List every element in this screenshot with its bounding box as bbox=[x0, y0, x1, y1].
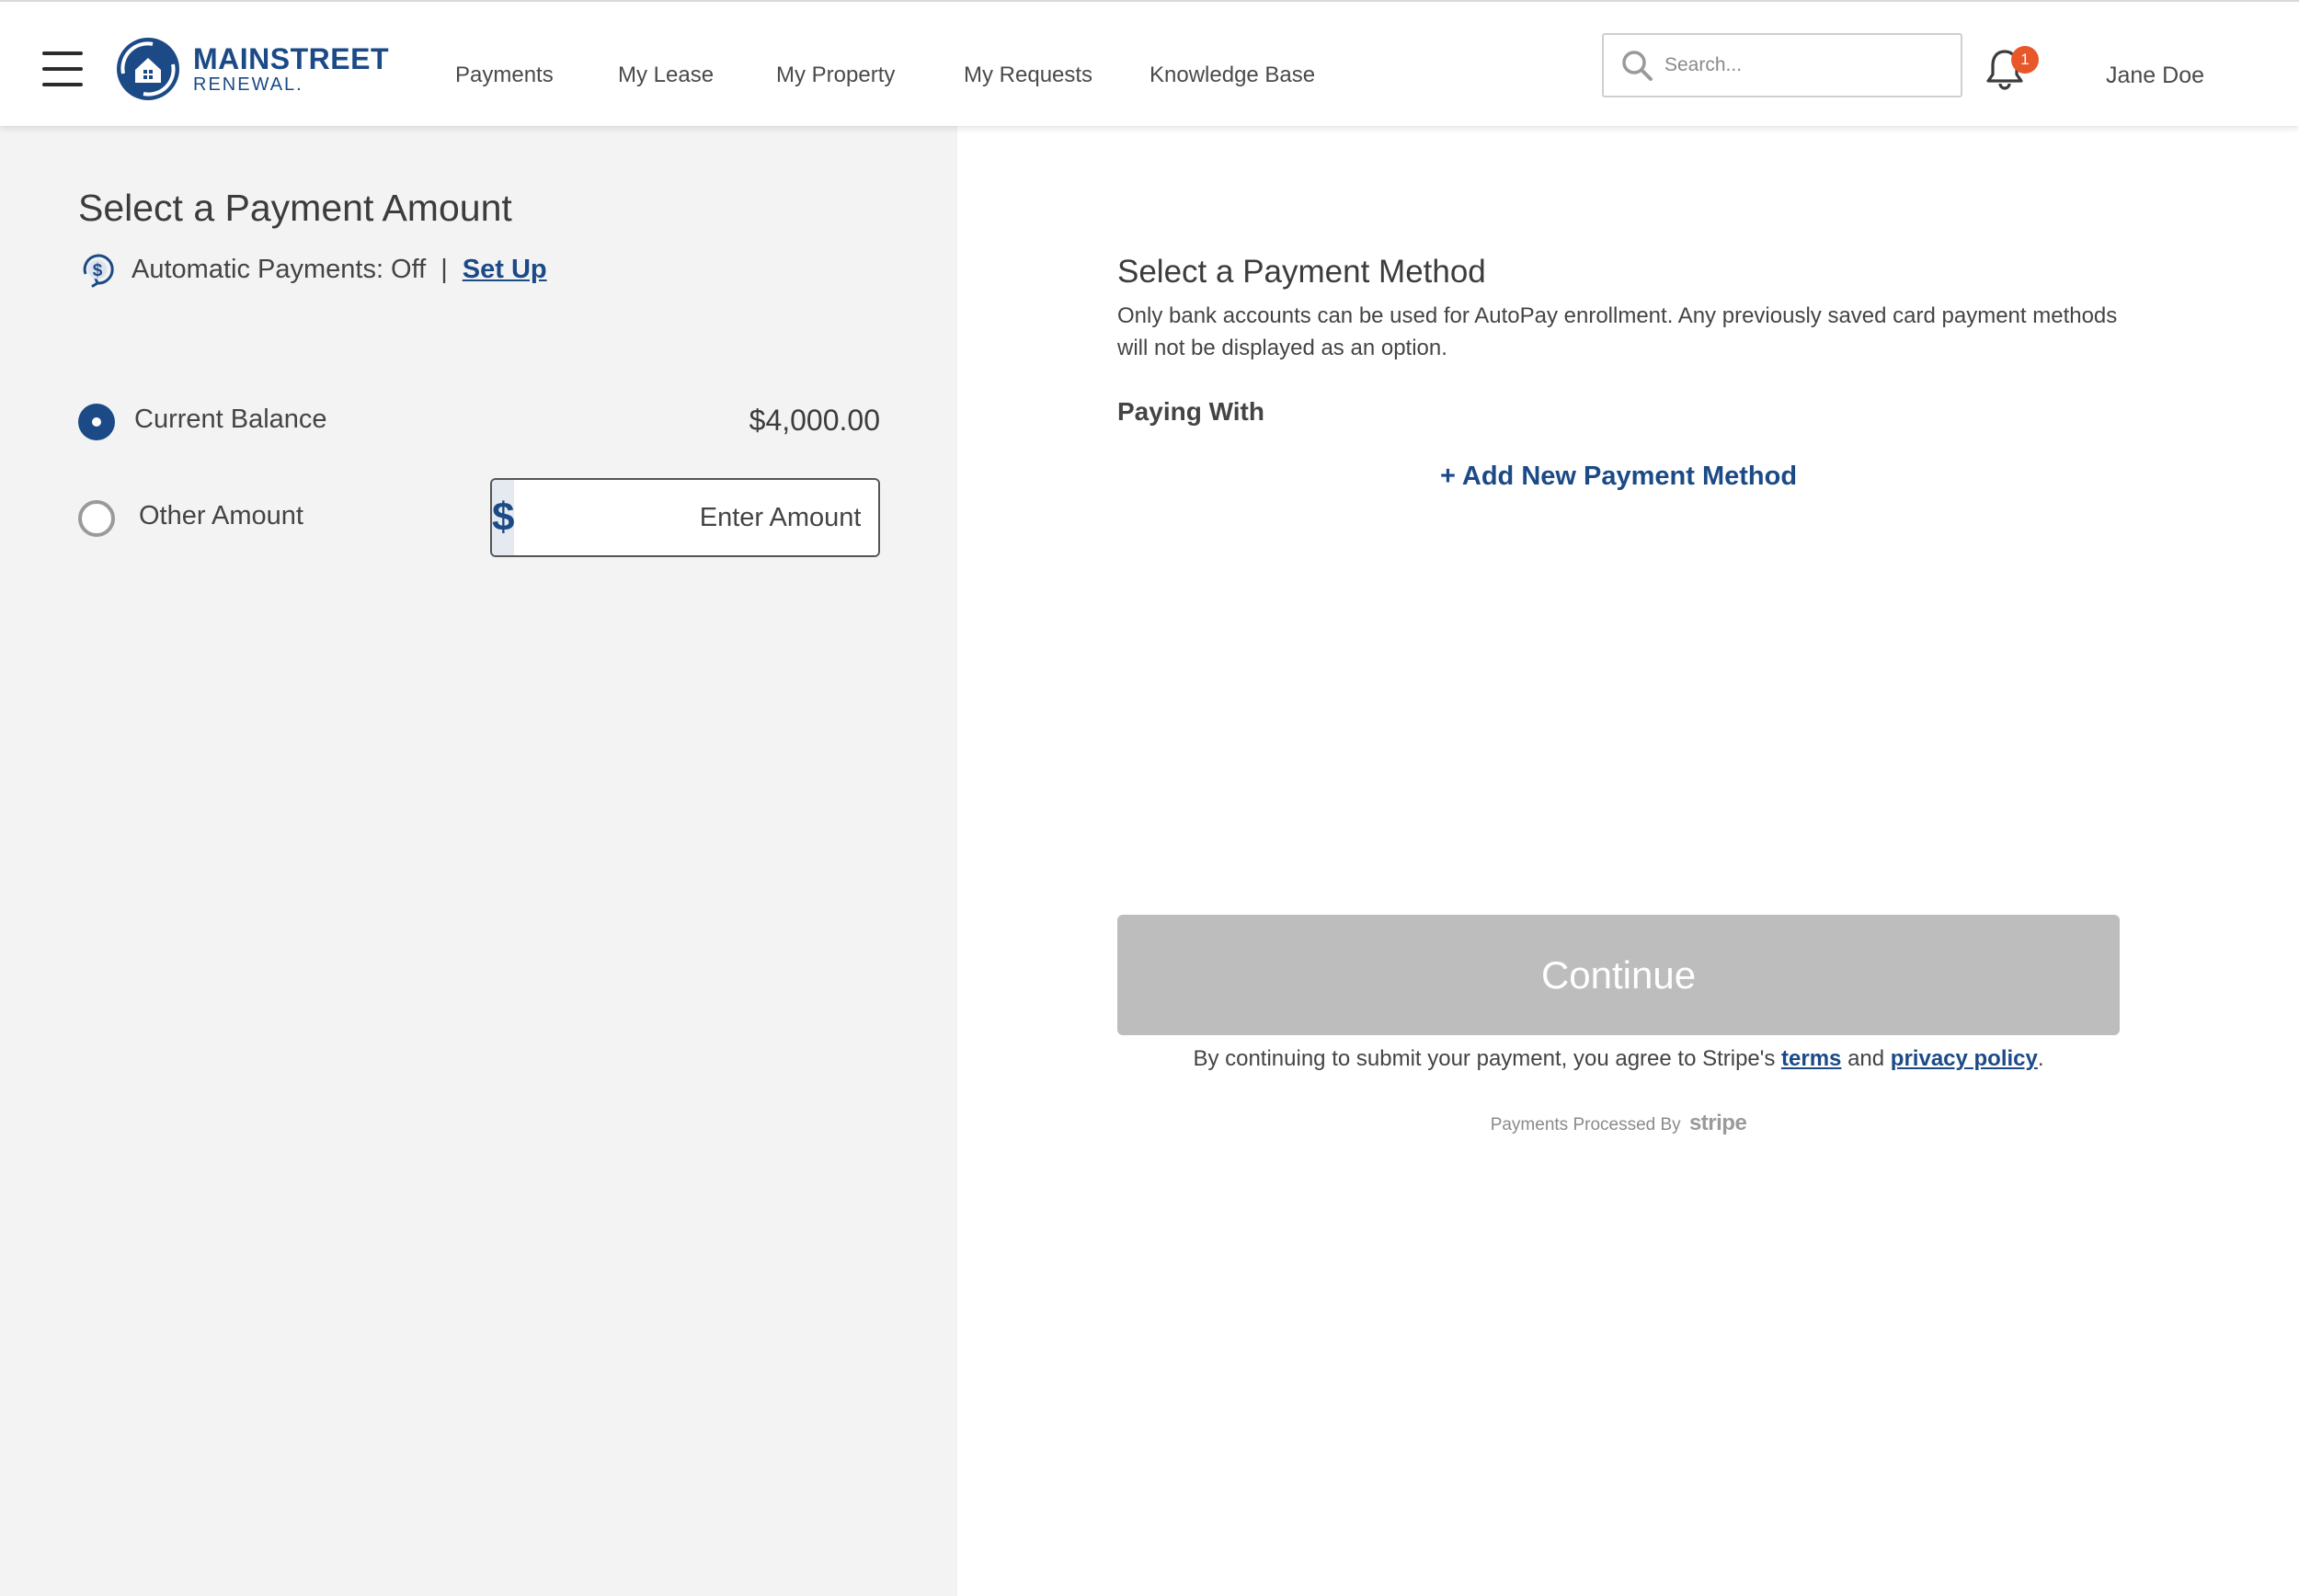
current-balance-amount: $4,000.00 bbox=[749, 404, 880, 437]
processed-by-footer: Payments Processed By stripe bbox=[1117, 1111, 2120, 1136]
search-box bbox=[1602, 33, 1962, 97]
notification-badge: 1 bbox=[2011, 46, 2039, 74]
house-logo-icon bbox=[117, 38, 179, 100]
logo-main-text: MAINSTREET bbox=[193, 42, 389, 75]
logo-sub-text: RENEWAL. bbox=[193, 74, 303, 95]
agreement-and: and bbox=[1847, 1046, 1885, 1071]
nav-my-requests[interactable]: My Requests bbox=[964, 63, 1092, 88]
top-header: MAINSTREET RENEWAL. Payments My Lease My… bbox=[0, 0, 2299, 126]
nav-payments[interactable]: Payments bbox=[455, 63, 554, 88]
paying-with-label: Paying With bbox=[1117, 397, 1264, 426]
payment-method-title: Select a Payment Method bbox=[1117, 254, 1486, 290]
other-amount-label[interactable]: Other Amount bbox=[139, 501, 303, 531]
terms-link[interactable]: terms bbox=[1781, 1046, 1841, 1071]
payment-amount-panel: Select a Payment Amount $ Automatic Paym… bbox=[0, 126, 957, 1596]
autopay-status-text: Automatic Payments: Off bbox=[132, 254, 427, 284]
processed-by-text: Payments Processed By bbox=[1490, 1115, 1681, 1134]
search-icon[interactable] bbox=[1620, 49, 1653, 82]
current-balance-radio[interactable] bbox=[78, 404, 115, 440]
user-menu[interactable]: Jane Doe bbox=[2106, 63, 2204, 89]
other-amount-radio[interactable] bbox=[78, 500, 115, 537]
setup-autopay-link[interactable]: Set Up bbox=[463, 255, 547, 285]
autopay-dollar-icon: $ bbox=[83, 254, 114, 288]
stripe-agreement: By continuing to submit your payment, yo… bbox=[1117, 1046, 2120, 1072]
add-payment-method-link[interactable]: + Add New Payment Method bbox=[1117, 462, 2120, 492]
dollar-prefix: $ bbox=[492, 480, 515, 555]
autopay-status-row: $ Automatic Payments: Off | Set Up bbox=[78, 250, 547, 289]
current-balance-label[interactable]: Current Balance bbox=[134, 405, 327, 435]
search-input[interactable] bbox=[1664, 54, 1940, 76]
nav-my-lease[interactable]: My Lease bbox=[618, 63, 714, 88]
brand-logo[interactable]: MAINSTREET RENEWAL. bbox=[116, 36, 389, 102]
separator: | bbox=[440, 254, 448, 284]
nav-knowledge-base[interactable]: Knowledge Base bbox=[1150, 63, 1315, 88]
other-amount-field: $ bbox=[490, 478, 880, 557]
continue-button[interactable]: Continue bbox=[1117, 915, 2120, 1035]
payment-method-description: Only bank accounts can be used for AutoP… bbox=[1117, 303, 2118, 360]
hamburger-menu-icon[interactable] bbox=[42, 51, 83, 86]
stripe-logo: stripe bbox=[1688, 1111, 1747, 1135]
agreement-suffix: . bbox=[2037, 1046, 2044, 1071]
privacy-policy-link[interactable]: privacy policy bbox=[1891, 1046, 2038, 1071]
agreement-prefix: By continuing to submit your payment, yo… bbox=[1193, 1046, 1776, 1071]
nav-my-property[interactable]: My Property bbox=[776, 63, 895, 88]
amount-input[interactable] bbox=[514, 480, 878, 555]
page-title: Select a Payment Amount bbox=[78, 187, 512, 229]
svg-text:$: $ bbox=[93, 261, 103, 280]
